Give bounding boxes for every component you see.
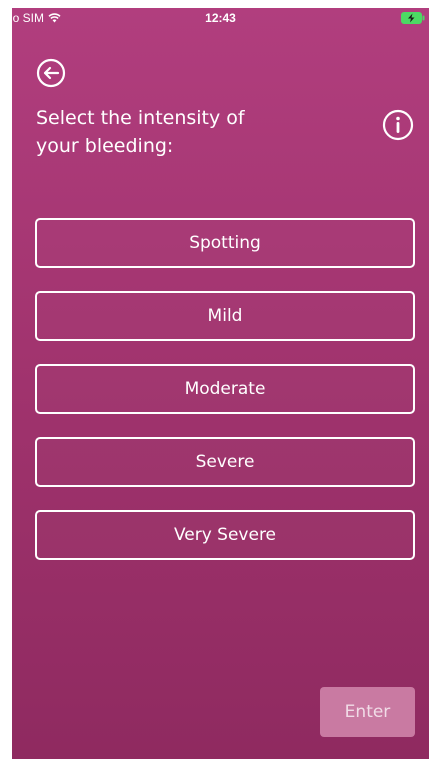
info-button[interactable] <box>382 109 414 141</box>
app-screen: No SIM 12:43 Select <box>12 8 429 759</box>
back-button[interactable] <box>36 58 66 88</box>
arrow-left-circle-icon <box>36 58 66 92</box>
battery-charging-icon <box>401 12 425 27</box>
intensity-options: Spotting Mild Moderate Severe Very Sever… <box>35 218 415 583</box>
status-bar: No SIM 12:43 <box>12 8 429 30</box>
info-circle-icon <box>382 109 414 145</box>
option-very-severe-button[interactable]: Very Severe <box>35 510 415 560</box>
option-mild-button[interactable]: Mild <box>35 291 415 341</box>
enter-button[interactable]: Enter <box>320 687 415 737</box>
option-moderate-button[interactable]: Moderate <box>35 364 415 414</box>
status-time: 12:43 <box>205 11 236 25</box>
option-spotting-button[interactable]: Spotting <box>35 218 415 268</box>
option-severe-button[interactable]: Severe <box>35 437 415 487</box>
page-title: Select the intensity of your bleeding: <box>36 107 245 157</box>
